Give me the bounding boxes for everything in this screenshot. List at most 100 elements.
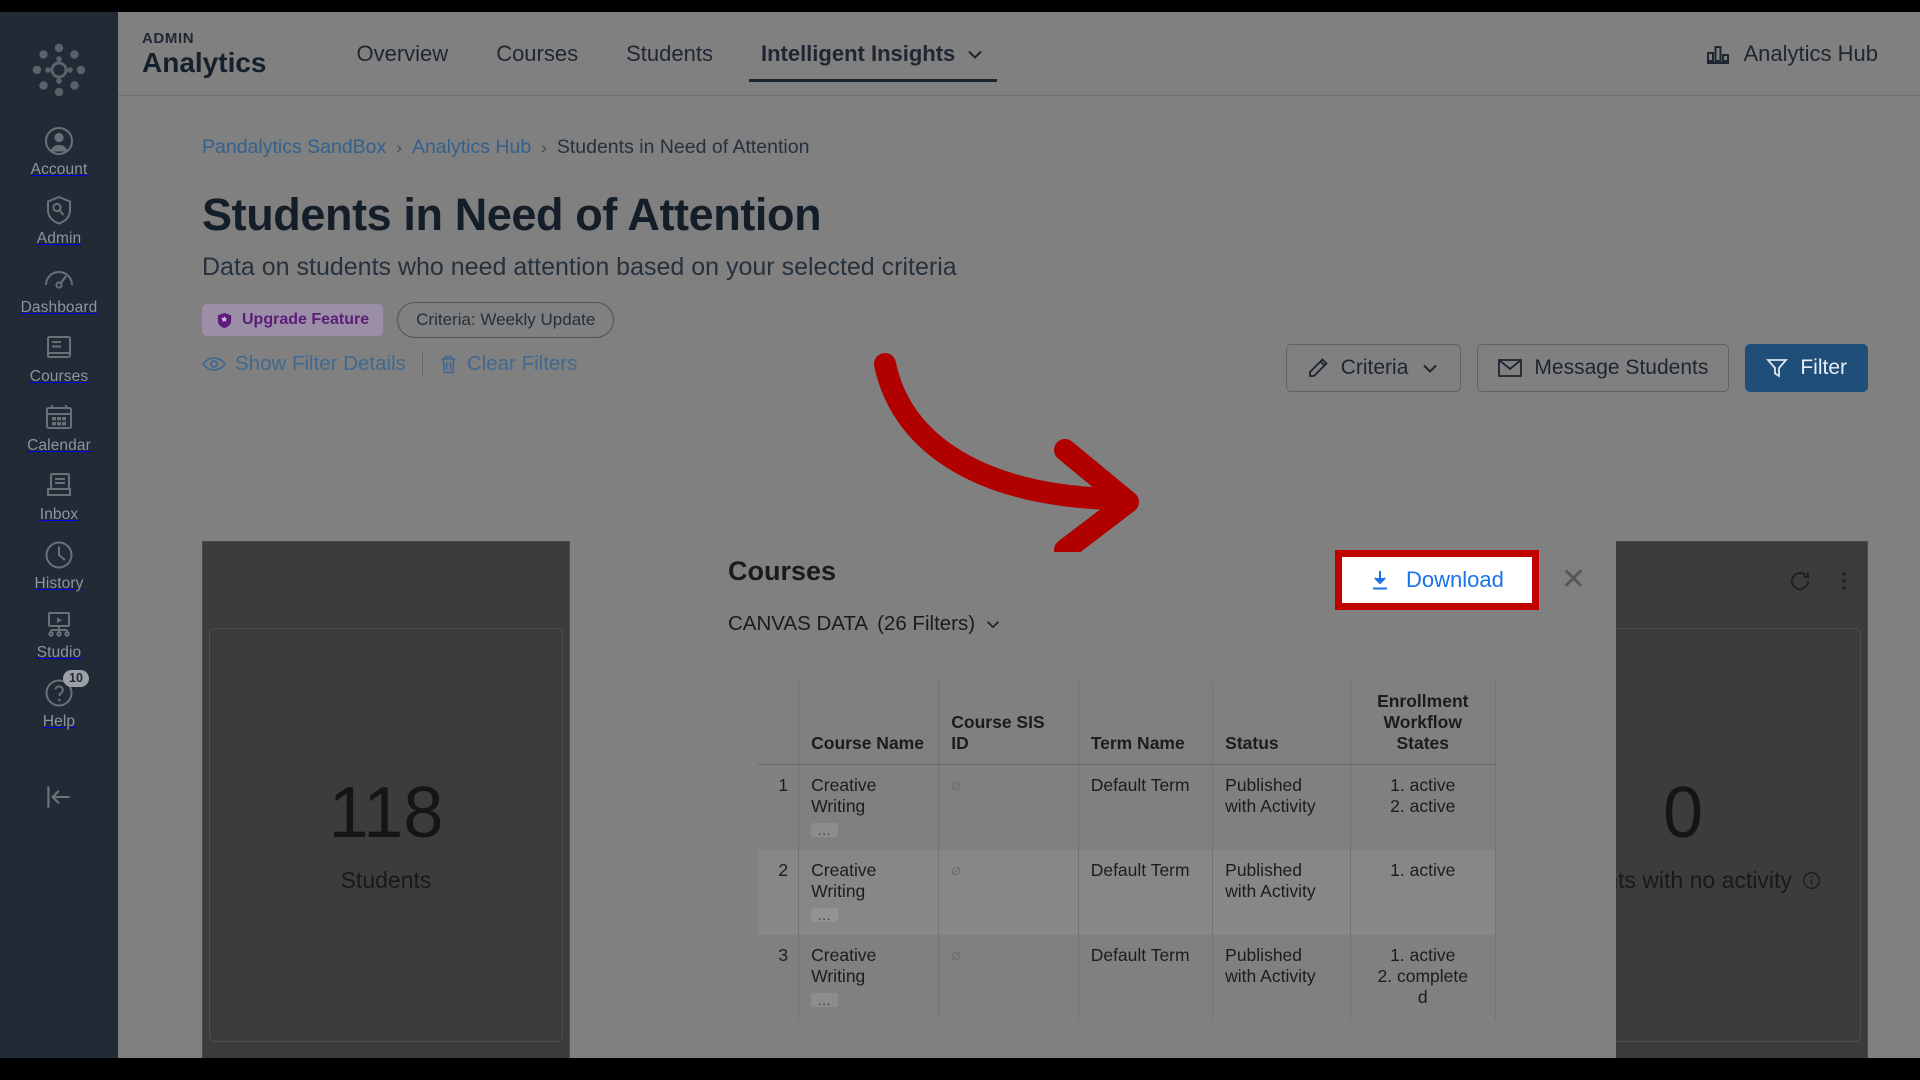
- course-name-text: Creative Writing: [811, 775, 877, 816]
- tab-students[interactable]: Students: [602, 12, 737, 96]
- table-head: Course Name Course SIS ID Term Name Stat…: [758, 681, 1497, 765]
- sidebar-item-label: History: [34, 575, 84, 592]
- breadcrumb-item-0[interactable]: Pandalytics SandBox: [202, 136, 386, 159]
- letterbox-bottom: [0, 1058, 1920, 1080]
- panel-header-actions: Download ✕: [1335, 550, 1594, 610]
- help-icon: [42, 676, 76, 710]
- sidebar-item-courses[interactable]: Courses: [0, 331, 118, 386]
- filter-button[interactable]: Filter: [1745, 344, 1868, 392]
- funnel-icon: [1766, 357, 1789, 379]
- sidebar-item-account[interactable]: Account: [0, 124, 118, 179]
- clear-filters-label: Clear Filters: [466, 352, 578, 375]
- sidebar-item-history[interactable]: History: [0, 538, 118, 593]
- cell-course-name: Creative Writing …: [798, 764, 940, 850]
- show-filter-details-label: Show Filter Details: [235, 352, 406, 375]
- dashboard-gauge-icon: [42, 262, 76, 296]
- tab-label: Intelligent Insights: [760, 40, 956, 66]
- cell-status: Published with Activity: [1212, 935, 1351, 1020]
- table-row[interactable]: 1 Creative Writing … ⌀ Default Term Publ…: [758, 764, 1497, 850]
- canvas-logo[interactable]: [27, 38, 91, 102]
- app-brand: ADMIN Analytics: [142, 31, 267, 77]
- analytics-hub-label: Analytics Hub: [1743, 40, 1878, 66]
- tab-intelligent-insights[interactable]: Intelligent Insights: [737, 12, 1009, 96]
- th-index: [758, 681, 800, 765]
- th-term-name[interactable]: Term Name: [1077, 681, 1214, 765]
- truncation-chip[interactable]: …: [811, 993, 839, 1007]
- badge-row: Upgrade Feature Criteria: Weekly Update: [202, 302, 1920, 338]
- filter-button-label: Filter: [1800, 356, 1847, 379]
- truncation-chip[interactable]: …: [811, 823, 839, 837]
- tab-courses[interactable]: Courses: [472, 12, 602, 96]
- panel-data-source[interactable]: CANVAS DATA (26 Filters): [728, 612, 1002, 636]
- brand-title: Analytics: [142, 46, 267, 78]
- table-row[interactable]: 2 Creative Writing … ⌀ Default Term Publ…: [758, 850, 1497, 935]
- th-status[interactable]: Status: [1212, 681, 1351, 765]
- page-title: Students in Need of Attention: [202, 189, 822, 240]
- more-vertical-icon[interactable]: [1841, 570, 1847, 592]
- download-highlight-box: Download: [1335, 550, 1539, 610]
- students-count-value: 118: [328, 772, 444, 853]
- th-course-sis-id[interactable]: Course SIS ID: [938, 681, 1079, 765]
- eye-icon: [202, 356, 226, 372]
- sidebar-item-label: Studio: [36, 644, 82, 661]
- download-button[interactable]: Download: [1370, 567, 1504, 593]
- breadcrumb-item-2: Students in Need of Attention: [556, 136, 810, 158]
- cell-enrollment-states: 1. active: [1349, 850, 1497, 935]
- th-course-name[interactable]: Course Name: [798, 681, 940, 765]
- cell-term-name: Default Term: [1077, 935, 1214, 1020]
- breadcrumb-item-1[interactable]: Analytics Hub: [412, 136, 531, 159]
- info-icon[interactable]: [1802, 871, 1821, 890]
- cell-term-name: Default Term: [1077, 850, 1214, 935]
- cell-index: 2: [758, 850, 800, 935]
- panel-title: Courses: [728, 556, 837, 586]
- card-toolbar: [1789, 570, 1847, 592]
- upgrade-feature-label: Upgrade Feature: [242, 311, 370, 328]
- breadcrumb: Pandalytics SandBox › Analytics Hub › St…: [202, 136, 1920, 159]
- refresh-icon[interactable]: [1789, 570, 1811, 592]
- message-students-button[interactable]: Message Students: [1477, 344, 1730, 392]
- primary-tabs: Overview Courses Students Intelligent In…: [333, 12, 1010, 96]
- collapse-nav-icon[interactable]: [41, 779, 77, 815]
- criteria-button[interactable]: Criteria: [1285, 344, 1462, 392]
- cell-status: Published with Activity: [1212, 850, 1351, 935]
- sidebar-item-help[interactable]: 10 Help: [0, 670, 118, 731]
- studio-icon: [42, 607, 76, 641]
- no-activity-value: 0: [1662, 772, 1704, 853]
- sidebar-item-dashboard[interactable]: Dashboard: [0, 262, 118, 317]
- sidebar-item-admin[interactable]: Admin: [0, 193, 118, 248]
- show-filter-details-link[interactable]: Show Filter Details: [202, 352, 406, 376]
- tab-overview[interactable]: Overview: [333, 12, 473, 96]
- sidebar-item-inbox[interactable]: Inbox: [0, 469, 118, 524]
- upgrade-feature-badge[interactable]: Upgrade Feature: [202, 304, 384, 336]
- analytics-hub-link[interactable]: Analytics Hub: [1705, 41, 1878, 67]
- sidebar-item-label: Admin: [36, 230, 82, 247]
- cell-course-name: Creative Writing …: [798, 935, 940, 1020]
- sidebar-item-studio[interactable]: Studio: [0, 607, 118, 662]
- cell-term-name: Default Term: [1077, 764, 1214, 850]
- courses-table: Course Name Course SIS ID Term Name Stat…: [758, 681, 1497, 1020]
- card-label-text: Students: [340, 866, 432, 893]
- clear-filters-link[interactable]: Clear Filters: [439, 352, 578, 376]
- truncation-chip[interactable]: …: [811, 908, 839, 922]
- page-actions: Criteria Message Students Filter: [1285, 344, 1868, 392]
- sidebar-item-label: Inbox: [39, 506, 79, 523]
- courses-book-icon: [42, 331, 76, 365]
- criteria-pill[interactable]: Criteria: Weekly Update: [397, 302, 615, 338]
- table-row[interactable]: 3 Creative Writing … ⌀ Default Term Publ…: [758, 935, 1497, 1020]
- pencil-icon: [1307, 357, 1329, 379]
- global-navigation: Account Admin Dashboard Courses Calendar…: [0, 12, 118, 1058]
- breadcrumb-separator: ›: [541, 137, 547, 157]
- course-name-text: Creative Writing: [811, 945, 877, 986]
- account-icon: [42, 124, 76, 158]
- close-icon[interactable]: ✕: [1553, 561, 1594, 599]
- envelope-icon: [1498, 359, 1523, 377]
- th-enrollment-workflow-states[interactable]: Enrollment Workflow States: [1349, 681, 1497, 765]
- chevron-down-icon: [1420, 358, 1440, 378]
- page-content: Pandalytics SandBox › Analytics Hub › St…: [118, 96, 1920, 1058]
- app-viewport: Account Admin Dashboard Courses Calendar…: [0, 12, 1920, 1058]
- cell-course-sis-id: ⌀: [938, 764, 1079, 850]
- sidebar-item-label: Help: [42, 713, 76, 730]
- admin-shield-icon: [42, 193, 76, 227]
- sidebar-item-calendar[interactable]: Calendar: [0, 400, 118, 455]
- trash-icon: [439, 354, 458, 375]
